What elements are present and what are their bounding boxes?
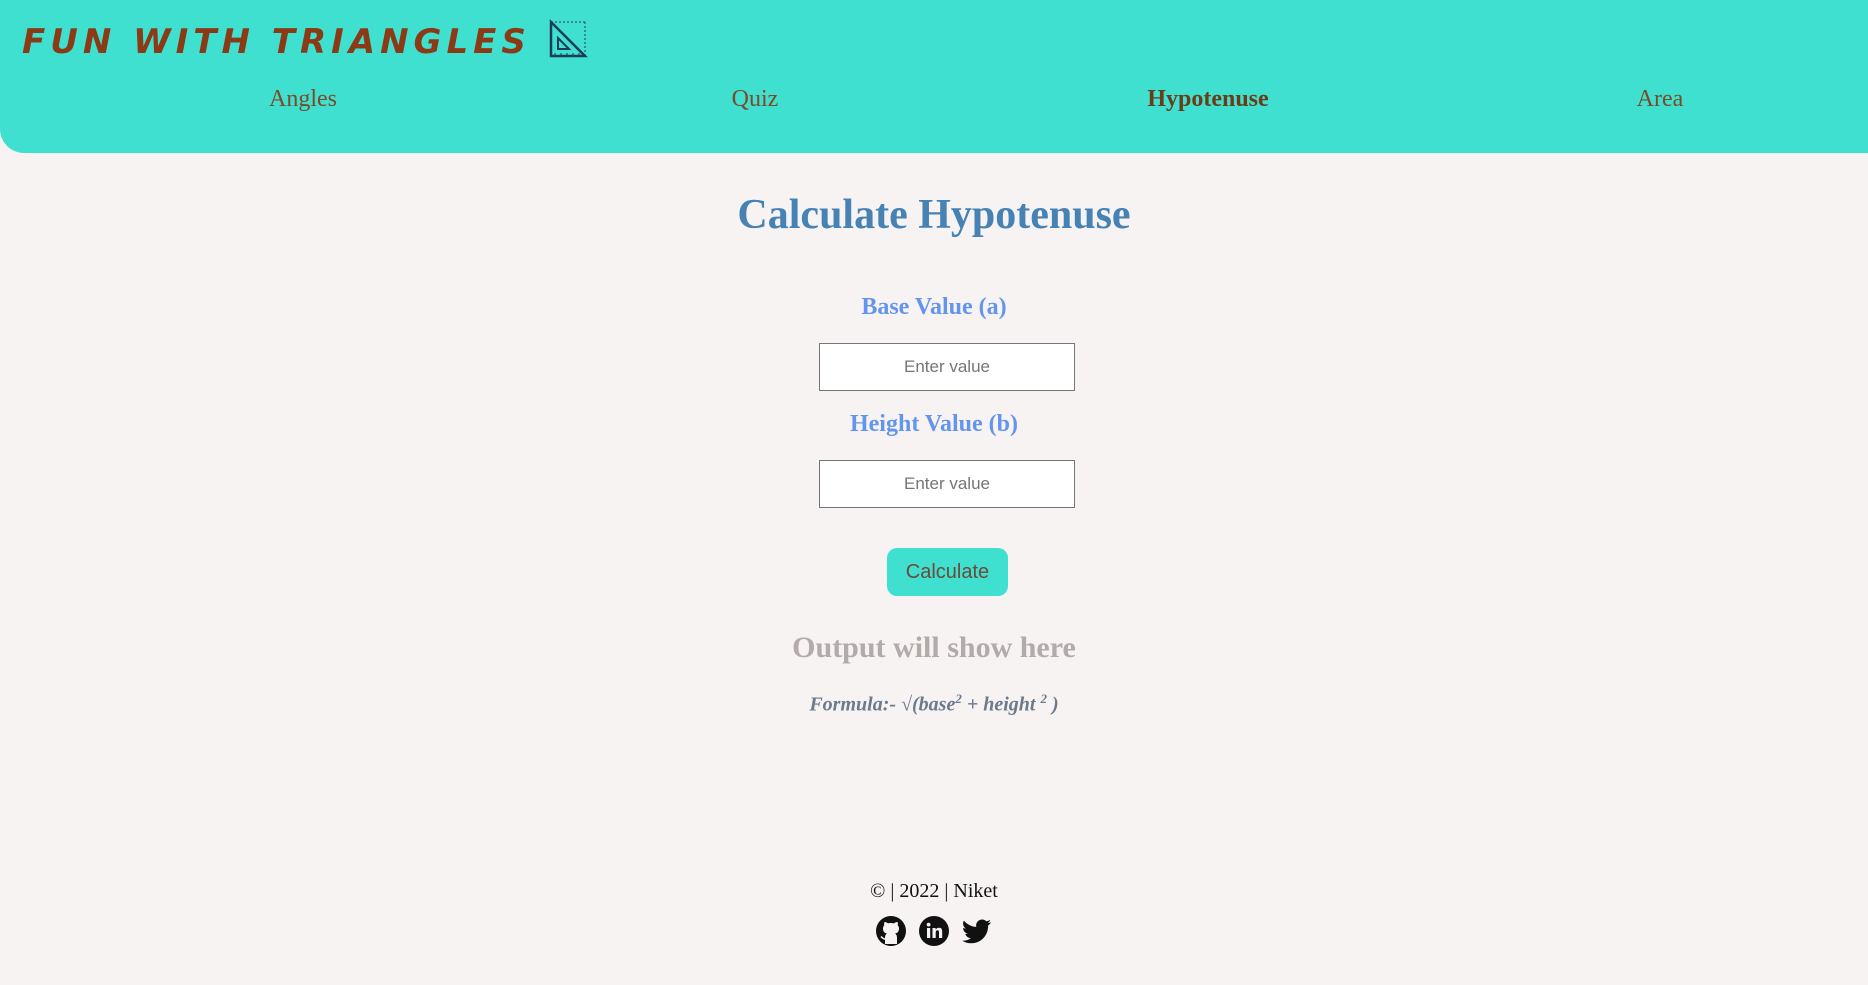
- copyright: © | 2022 | Niket: [870, 880, 998, 902]
- twitter-icon[interactable]: [961, 915, 993, 947]
- formula-mid: + height: [961, 693, 1041, 716]
- page-title: Calculate Hypotenuse: [737, 192, 1131, 238]
- calculate-button[interactable]: Calculate: [887, 548, 1008, 596]
- linkedin-icon[interactable]: [918, 915, 950, 947]
- height-value-input[interactable]: [819, 460, 1075, 508]
- header: FUN WITH TRIANGLES Angles Quiz Hypotenus…: [0, 0, 1868, 153]
- social-links: [0, 915, 1868, 947]
- nav-item-area[interactable]: Area: [1637, 86, 1684, 113]
- base-value-input[interactable]: [819, 343, 1075, 391]
- nav-item-hypotenuse[interactable]: Hypotenuse: [1147, 86, 1268, 113]
- brand-title: FUN WITH TRIANGLES: [22, 22, 531, 62]
- nav-item-angles[interactable]: Angles: [269, 86, 337, 113]
- brand[interactable]: FUN WITH TRIANGLES: [22, 18, 589, 62]
- height-value-label: Height Value (b): [849, 411, 1019, 437]
- formula-suffix: ): [1046, 693, 1059, 716]
- github-icon[interactable]: [875, 915, 907, 947]
- nav-item-quiz[interactable]: Quiz: [732, 86, 779, 113]
- formula-prefix: Formula:- √(base: [809, 693, 956, 716]
- set-square-icon: [547, 18, 589, 60]
- footer: © | 2022 | Niket: [0, 880, 1868, 947]
- output-message: Output will show here: [792, 631, 1076, 664]
- main-nav: Angles Quiz Hypotenuse Area: [0, 86, 1868, 120]
- base-value-label: Base Value (a): [861, 294, 1007, 320]
- formula-text: Formula:- √(base2 + height 2 ): [0, 691, 1868, 717]
